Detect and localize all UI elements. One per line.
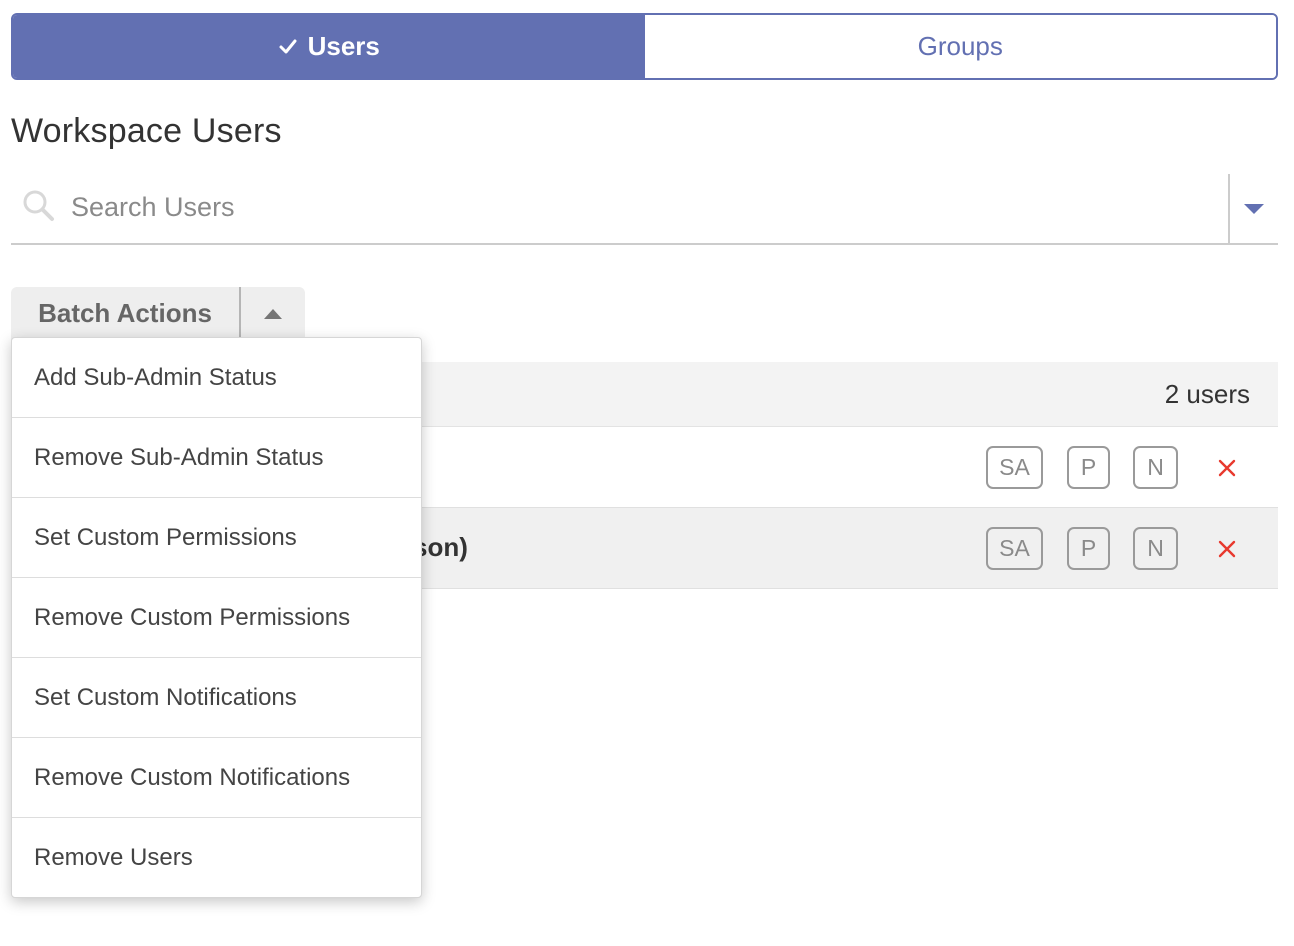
batch-actions-label: Batch Actions <box>38 298 212 328</box>
notifications-badge[interactable]: N <box>1133 527 1178 570</box>
batch-actions-menu: Add Sub-Admin Status Remove Sub-Admin St… <box>11 337 422 898</box>
search-input[interactable] <box>71 186 1211 228</box>
menu-item-remove-users[interactable]: Remove Users <box>12 818 421 897</box>
page-title: Workspace Users <box>11 112 282 150</box>
permissions-badge[interactable]: P <box>1067 527 1110 570</box>
caret-down-icon[interactable] <box>1243 202 1265 216</box>
tab-groups-label: Groups <box>917 31 1003 61</box>
tab-users-label: Users <box>307 31 380 61</box>
permissions-badge[interactable]: P <box>1067 446 1110 489</box>
close-icon[interactable] <box>1218 540 1236 558</box>
tab-users[interactable]: Users <box>13 15 645 78</box>
menu-item-add-sub-admin[interactable]: Add Sub-Admin Status <box>12 338 421 418</box>
notifications-badge[interactable]: N <box>1133 446 1178 489</box>
menu-item-remove-permissions[interactable]: Remove Custom Permissions <box>12 578 421 658</box>
menu-item-set-permissions[interactable]: Set Custom Permissions <box>12 498 421 578</box>
search-bar <box>11 172 1278 245</box>
sub-admin-badge[interactable]: SA <box>986 446 1043 489</box>
search-icon <box>23 190 54 221</box>
caret-up-icon <box>264 308 282 319</box>
menu-item-remove-sub-admin[interactable]: Remove Sub-Admin Status <box>12 418 421 498</box>
menu-item-set-notifications[interactable]: Set Custom Notifications <box>12 658 421 738</box>
batch-actions-toggle[interactable] <box>241 308 305 320</box>
user-count: 2 users <box>1164 379 1250 409</box>
batch-actions-button[interactable]: Batch Actions <box>11 287 305 340</box>
close-icon[interactable] <box>1218 459 1236 477</box>
menu-item-remove-notifications[interactable]: Remove Custom Notifications <box>12 738 421 818</box>
sub-admin-badge[interactable]: SA <box>986 527 1043 570</box>
users-page: Users Groups Workspace Users 2 users ) S… <box>0 0 1294 946</box>
search-divider <box>1228 174 1230 244</box>
tab-bar: Users Groups <box>11 13 1278 80</box>
tab-groups[interactable]: Groups <box>644 15 1276 78</box>
check-icon <box>279 39 297 53</box>
